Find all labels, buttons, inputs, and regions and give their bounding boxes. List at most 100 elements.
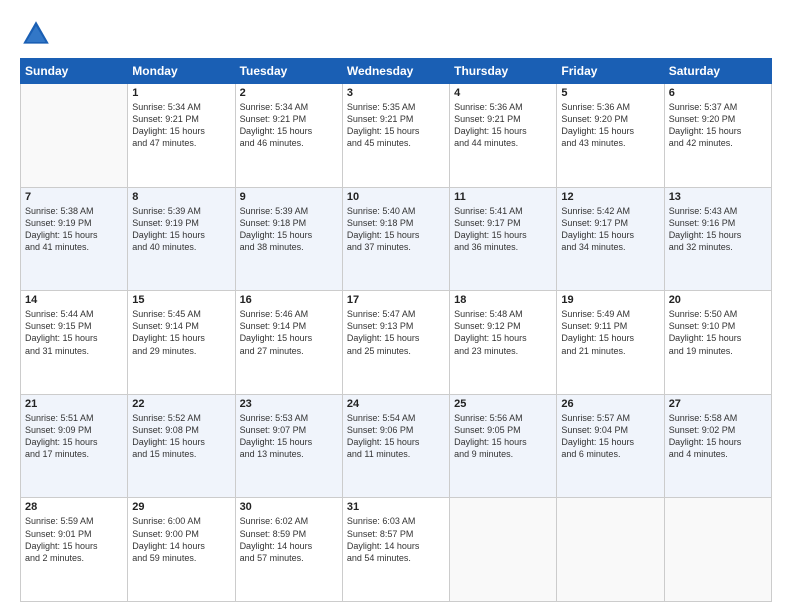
calendar-cell: 26 Sunrise: 5:57 AM Sunset: 9:04 PM Dayli… <box>557 394 664 498</box>
day-number: 6 <box>669 87 767 99</box>
calendar-cell: 31 Sunrise: 6:03 AM Sunset: 8:57 PM Dayli… <box>342 498 449 602</box>
calendar-cell: 18 Sunrise: 5:48 AM Sunset: 9:12 PM Dayli… <box>450 291 557 395</box>
calendar-cell: 16 Sunrise: 5:46 AM Sunset: 9:14 PM Dayli… <box>235 291 342 395</box>
day-number: 21 <box>25 398 123 410</box>
day-info: Sunrise: 5:52 AM Sunset: 9:08 PM Dayligh… <box>132 412 230 461</box>
day-info: Sunrise: 5:40 AM Sunset: 9:18 PM Dayligh… <box>347 205 445 254</box>
calendar-cell: 2 Sunrise: 5:34 AM Sunset: 9:21 PM Daylig… <box>235 84 342 188</box>
day-info: Sunrise: 5:45 AM Sunset: 9:14 PM Dayligh… <box>132 308 230 357</box>
day-number: 1 <box>132 87 230 99</box>
day-number: 15 <box>132 294 230 306</box>
calendar-cell <box>557 498 664 602</box>
calendar-week-row: 28Sunrise: 5:59 AM Sunset: 9:01 PM Dayli… <box>21 498 772 602</box>
calendar-cell: 27 Sunrise: 5:58 AM Sunset: 9:02 PM Dayli… <box>664 394 771 498</box>
calendar-cell: 13 Sunrise: 5:43 AM Sunset: 9:16 PM Dayli… <box>664 187 771 291</box>
calendar-week-row: 7 Sunrise: 5:38 AM Sunset: 9:19 PM Daylig… <box>21 187 772 291</box>
day-number: 5 <box>561 87 659 99</box>
calendar-cell: 9 Sunrise: 5:39 AM Sunset: 9:18 PM Daylig… <box>235 187 342 291</box>
day-info: Sunrise: 5:53 AM Sunset: 9:07 PM Dayligh… <box>240 412 338 461</box>
calendar-cell: 25Sunrise: 5:56 AM Sunset: 9:05 PM Dayli… <box>450 394 557 498</box>
day-number: 19 <box>561 294 659 306</box>
calendar-cell: 6Sunrise: 5:37 AM Sunset: 9:20 PM Daylig… <box>664 84 771 188</box>
calendar-week-row: 1 Sunrise: 5:34 AM Sunset: 9:21 PM Daylig… <box>21 84 772 188</box>
day-number: 14 <box>25 294 123 306</box>
day-info: Sunrise: 5:39 AM Sunset: 9:19 PM Dayligh… <box>132 205 230 254</box>
day-info: Sunrise: 5:36 AM Sunset: 9:20 PM Dayligh… <box>561 101 659 150</box>
day-info: Sunrise: 5:48 AM Sunset: 9:12 PM Dayligh… <box>454 308 552 357</box>
calendar-cell: 23 Sunrise: 5:53 AM Sunset: 9:07 PM Dayli… <box>235 394 342 498</box>
day-number: 13 <box>669 191 767 203</box>
day-info: Sunrise: 5:36 AM Sunset: 9:21 PM Dayligh… <box>454 101 552 150</box>
day-number: 7 <box>25 191 123 203</box>
day-info: Sunrise: 5:49 AM Sunset: 9:11 PM Dayligh… <box>561 308 659 357</box>
calendar-cell: 5 Sunrise: 5:36 AM Sunset: 9:20 PM Daylig… <box>557 84 664 188</box>
logo-icon <box>20 18 52 50</box>
day-number: 27 <box>669 398 767 410</box>
calendar-week-row: 21 Sunrise: 5:51 AM Sunset: 9:09 PM Dayli… <box>21 394 772 498</box>
day-number: 18 <box>454 294 552 306</box>
day-number: 2 <box>240 87 338 99</box>
calendar-cell: 17Sunrise: 5:47 AM Sunset: 9:13 PM Dayli… <box>342 291 449 395</box>
day-info: Sunrise: 5:39 AM Sunset: 9:18 PM Dayligh… <box>240 205 338 254</box>
day-info: Sunrise: 5:46 AM Sunset: 9:14 PM Dayligh… <box>240 308 338 357</box>
calendar-cell: 28Sunrise: 5:59 AM Sunset: 9:01 PM Dayli… <box>21 498 128 602</box>
calendar-table: SundayMondayTuesdayWednesdayThursdayFrid… <box>20 58 772 602</box>
calendar-cell: 20Sunrise: 5:50 AM Sunset: 9:10 PM Dayli… <box>664 291 771 395</box>
calendar-cell: 29Sunrise: 6:00 AM Sunset: 9:00 PM Dayli… <box>128 498 235 602</box>
calendar-cell: 21 Sunrise: 5:51 AM Sunset: 9:09 PM Dayli… <box>21 394 128 498</box>
day-info: Sunrise: 5:51 AM Sunset: 9:09 PM Dayligh… <box>25 412 123 461</box>
calendar-cell: 30 Sunrise: 6:02 AM Sunset: 8:59 PM Dayli… <box>235 498 342 602</box>
day-info: Sunrise: 5:42 AM Sunset: 9:17 PM Dayligh… <box>561 205 659 254</box>
calendar-cell <box>21 84 128 188</box>
day-info: Sunrise: 6:02 AM Sunset: 8:59 PM Dayligh… <box>240 515 338 564</box>
header <box>20 18 772 50</box>
day-info: Sunrise: 5:34 AM Sunset: 9:21 PM Dayligh… <box>132 101 230 150</box>
day-number: 9 <box>240 191 338 203</box>
calendar-cell: 19 Sunrise: 5:49 AM Sunset: 9:11 PM Dayli… <box>557 291 664 395</box>
day-info: Sunrise: 5:41 AM Sunset: 9:17 PM Dayligh… <box>454 205 552 254</box>
day-info: Sunrise: 5:54 AM Sunset: 9:06 PM Dayligh… <box>347 412 445 461</box>
day-number: 3 <box>347 87 445 99</box>
day-info: Sunrise: 6:00 AM Sunset: 9:00 PM Dayligh… <box>132 515 230 564</box>
day-info: Sunrise: 6:03 AM Sunset: 8:57 PM Dayligh… <box>347 515 445 564</box>
day-number: 26 <box>561 398 659 410</box>
day-info: Sunrise: 5:34 AM Sunset: 9:21 PM Dayligh… <box>240 101 338 150</box>
day-number: 23 <box>240 398 338 410</box>
calendar-header-row: SundayMondayTuesdayWednesdayThursdayFrid… <box>21 59 772 84</box>
day-number: 24 <box>347 398 445 410</box>
calendar-cell: 12 Sunrise: 5:42 AM Sunset: 9:17 PM Dayli… <box>557 187 664 291</box>
calendar-cell: 11 Sunrise: 5:41 AM Sunset: 9:17 PM Dayli… <box>450 187 557 291</box>
day-info: Sunrise: 5:35 AM Sunset: 9:21 PM Dayligh… <box>347 101 445 150</box>
calendar-header-wednesday: Wednesday <box>342 59 449 84</box>
day-number: 4 <box>454 87 552 99</box>
day-number: 16 <box>240 294 338 306</box>
day-info: Sunrise: 5:56 AM Sunset: 9:05 PM Dayligh… <box>454 412 552 461</box>
day-number: 12 <box>561 191 659 203</box>
day-number: 30 <box>240 501 338 513</box>
calendar-header-monday: Monday <box>128 59 235 84</box>
day-number: 20 <box>669 294 767 306</box>
day-number: 31 <box>347 501 445 513</box>
day-number: 8 <box>132 191 230 203</box>
page: SundayMondayTuesdayWednesdayThursdayFrid… <box>0 0 792 612</box>
calendar-cell: 8 Sunrise: 5:39 AM Sunset: 9:19 PM Daylig… <box>128 187 235 291</box>
day-info: Sunrise: 5:47 AM Sunset: 9:13 PM Dayligh… <box>347 308 445 357</box>
calendar-cell: 3 Sunrise: 5:35 AM Sunset: 9:21 PM Daylig… <box>342 84 449 188</box>
calendar-cell <box>450 498 557 602</box>
logo <box>20 18 56 50</box>
calendar-header-thursday: Thursday <box>450 59 557 84</box>
day-number: 11 <box>454 191 552 203</box>
day-info: Sunrise: 5:38 AM Sunset: 9:19 PM Dayligh… <box>25 205 123 254</box>
calendar-cell: 14Sunrise: 5:44 AM Sunset: 9:15 PM Dayli… <box>21 291 128 395</box>
calendar-cell <box>664 498 771 602</box>
day-number: 28 <box>25 501 123 513</box>
calendar-cell: 22Sunrise: 5:52 AM Sunset: 9:08 PM Dayli… <box>128 394 235 498</box>
day-info: Sunrise: 5:58 AM Sunset: 9:02 PM Dayligh… <box>669 412 767 461</box>
day-info: Sunrise: 5:43 AM Sunset: 9:16 PM Dayligh… <box>669 205 767 254</box>
calendar-header-friday: Friday <box>557 59 664 84</box>
day-info: Sunrise: 5:57 AM Sunset: 9:04 PM Dayligh… <box>561 412 659 461</box>
calendar-cell: 1 Sunrise: 5:34 AM Sunset: 9:21 PM Daylig… <box>128 84 235 188</box>
calendar-cell: 24 Sunrise: 5:54 AM Sunset: 9:06 PM Dayli… <box>342 394 449 498</box>
calendar-cell: 4 Sunrise: 5:36 AM Sunset: 9:21 PM Daylig… <box>450 84 557 188</box>
calendar-cell: 10Sunrise: 5:40 AM Sunset: 9:18 PM Dayli… <box>342 187 449 291</box>
